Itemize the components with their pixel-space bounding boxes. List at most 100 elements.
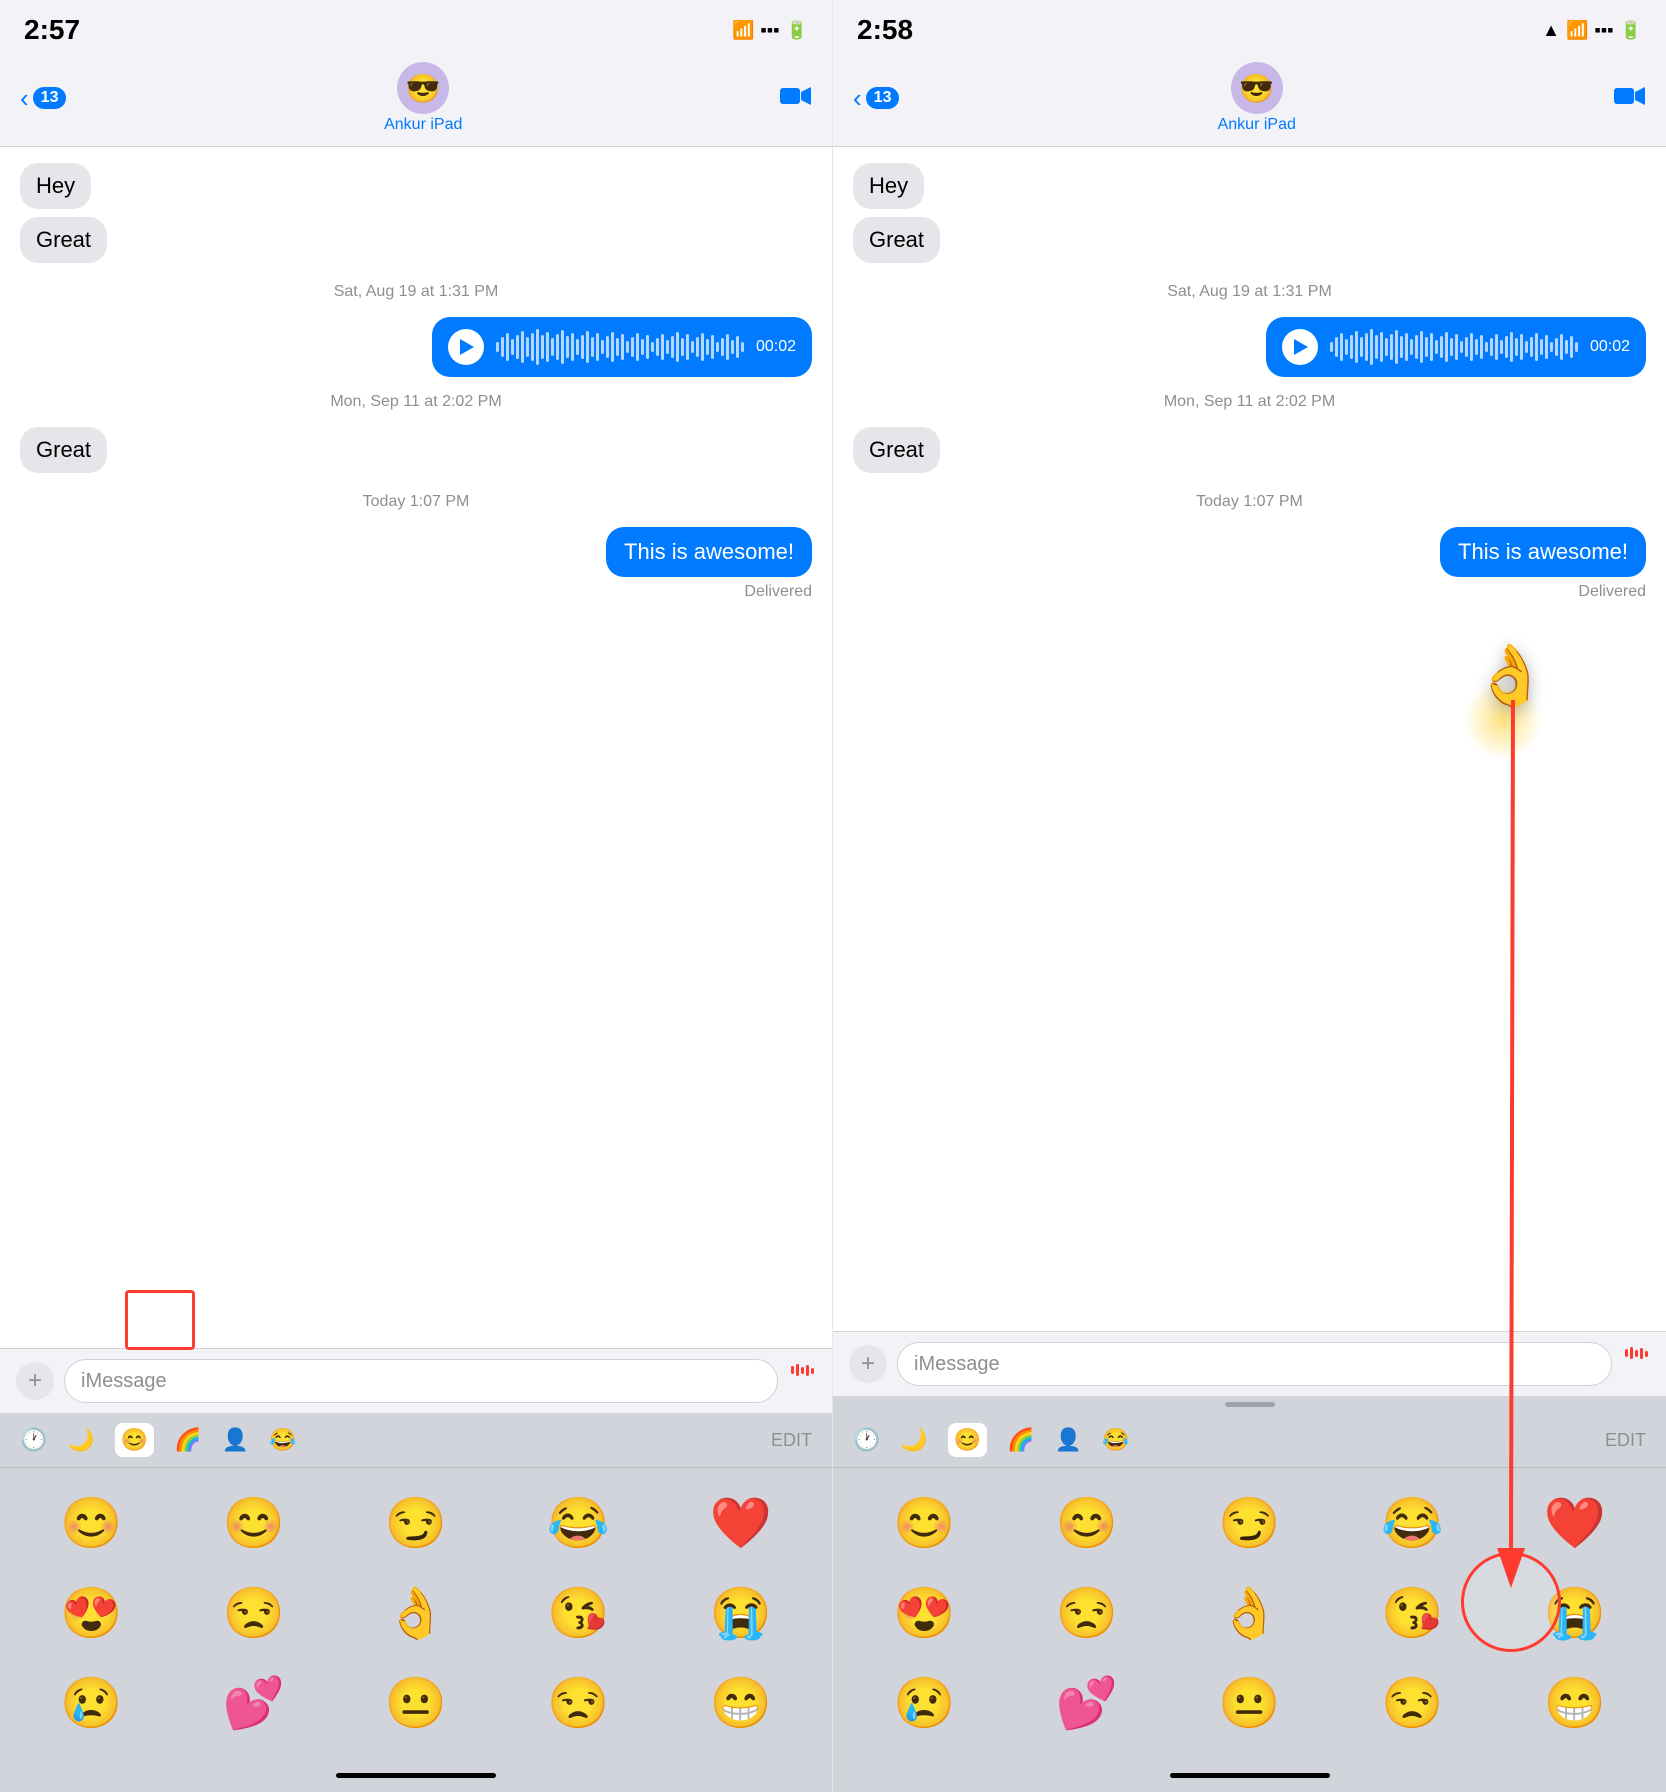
play-button-right[interactable] [1282,329,1318,365]
emoji-smile-right[interactable]: 😊 [1006,1478,1169,1568]
messages-area-right: Hey Great Sat, Aug 19 at 1:31 PM [833,147,1666,1331]
message-input-left[interactable]: iMessage [64,1359,778,1403]
tab-laughing-left[interactable]: 😂 [269,1427,296,1453]
battery-icon-right: 🔋 [1620,20,1642,41]
edit-button-left[interactable]: EDIT [771,1430,812,1451]
bubble-awesome-left: This is awesome! [606,527,812,577]
emoji-hearts-left[interactable]: 💕 [172,1658,334,1748]
tab-activities-right[interactable]: 🌈 [1007,1427,1034,1453]
emoji-pensive-left[interactable]: 😒 [497,1658,659,1748]
messages-area-left: Hey Great Sat, Aug 19 at 1:31 PM [0,147,832,1348]
input-area-left: + iMessage [0,1348,832,1413]
emoji-ok-right[interactable]: 👌 [1168,1568,1331,1658]
emoji-grin-right[interactable]: 😁 [1493,1658,1656,1748]
audio-bubble-left[interactable]: 00:02 [432,317,812,377]
emoji-sad-right[interactable]: 😢 [843,1658,1006,1748]
emoji-cry-left[interactable]: 😭 [660,1568,822,1658]
signal-icon-left: 📶 [732,20,754,41]
status-icons-left: 📶 ▪▪▪ 🔋 [732,20,808,41]
play-triangle-left [460,339,474,355]
back-badge-left[interactable]: 13 [33,87,67,109]
tab-emoji-right[interactable]: 😊 [948,1423,987,1457]
drag-bar [1225,1402,1275,1407]
tab-recent-left[interactable]: 🕐 [20,1427,47,1453]
emoji-grinning-right[interactable]: 😊 [843,1478,1006,1568]
emoji-neutral-left[interactable]: 😐 [335,1658,497,1748]
edit-button-right[interactable]: EDIT [1605,1430,1646,1451]
status-icons-right: ▲ 📶 ▪▪▪ 🔋 [1542,20,1642,41]
audio-duration-left: 00:02 [756,338,796,356]
nav-bar-right: ‹ 13 😎 Ankur iPad [833,54,1666,147]
emoji-grin-left[interactable]: 😁 [660,1658,822,1748]
emoji-sad-left[interactable]: 😢 [10,1658,172,1748]
audio-input-btn-left[interactable] [788,1364,816,1398]
video-button-right[interactable] [1614,83,1646,114]
emoji-pensive-right[interactable]: 😒 [1331,1658,1494,1748]
nav-center-left: 😎 Ankur iPad [384,62,462,134]
contact-avatar-right[interactable]: 😎 [1231,62,1283,114]
tab-emoji-left[interactable]: 😊 [115,1423,154,1457]
emoji-joy-right[interactable]: 😂 [1331,1478,1494,1568]
tab-recent-right[interactable]: 🕐 [853,1427,880,1453]
emoji-grinning-left[interactable]: 😊 [10,1478,172,1568]
emoji-unamused-left[interactable]: 😒 [172,1568,334,1658]
home-indicator-left [0,1758,832,1792]
contact-avatar-left[interactable]: 😎 [397,62,449,114]
add-button-right[interactable]: + [849,1345,887,1383]
emoji-tab-bar-right: 🕐 🌙 😊 🌈 👤 😂 EDIT [833,1413,1666,1468]
emoji-heart-left[interactable]: ❤️ [660,1478,822,1568]
tab-nature-right[interactable]: 🌙 [900,1427,927,1453]
status-bar-right: 2:58 ▲ 📶 ▪▪▪ 🔋 [833,0,1666,54]
tab-laughing-right[interactable]: 😂 [1102,1427,1129,1453]
emoji-unamused-right[interactable]: 😒 [1006,1568,1169,1658]
bubble-great2-right: Great [853,427,940,473]
tab-person-right[interactable]: 👤 [1055,1427,1082,1453]
left-panel: 2:57 📶 ▪▪▪ 🔋 ‹ 13 😎 Ankur iPad Hey Great… [0,0,833,1792]
audio-duration-right: 00:02 [1590,338,1630,356]
back-button-left[interactable]: ‹ 13 [20,83,66,114]
timestamp1-right: Sat, Aug 19 at 1:31 PM [853,283,1646,301]
emoji-smile-left[interactable]: 😊 [172,1478,334,1568]
timestamp3-right: Today 1:07 PM [853,493,1646,511]
status-time-left: 2:57 [24,14,80,46]
chevron-left-icon-left: ‹ [20,83,29,114]
emoji-ok-left[interactable]: 👌 [335,1568,497,1658]
emoji-smirk-right[interactable]: 😏 [1168,1478,1331,1568]
back-button-right[interactable]: ‹ 13 [853,83,899,114]
battery-icon-left: 🔋 [786,20,808,41]
tab-activities-left[interactable]: 🌈 [174,1427,201,1453]
emoji-hearteyes-left[interactable]: 😍 [10,1568,172,1658]
drag-handle [833,1396,1666,1413]
emoji-keyboard-left: 🕐 🌙 😊 🌈 👤 😂 EDIT 😊 😊 😏 😂 ❤️ 😍 😒 👌 😘 😭 [0,1413,832,1792]
wifi-icon-right: ▪▪▪ [1594,20,1613,41]
emoji-smirk-left[interactable]: 😏 [335,1478,497,1568]
emoji-joy-left[interactable]: 😂 [497,1478,659,1568]
timestamp1-left: Sat, Aug 19 at 1:31 PM [20,283,812,301]
input-placeholder-right: iMessage [914,1353,1000,1376]
delivered-label-left: Delivered [744,583,812,601]
emoji-hearteyes-right[interactable]: 😍 [843,1568,1006,1658]
bubble-hey-right: Hey [853,163,924,209]
audio-input-btn-right[interactable] [1622,1347,1650,1381]
back-badge-right[interactable]: 13 [866,87,900,109]
message-input-right[interactable]: iMessage [897,1342,1612,1386]
bubble-hey-left: Hey [20,163,91,209]
status-time-right: 2:58 [857,14,913,46]
emoji-hearts-right[interactable]: 💕 [1006,1658,1169,1748]
bubble-awesome-right: This is awesome! [1440,527,1646,577]
contact-name-left[interactable]: Ankur iPad [384,116,462,134]
video-button-left[interactable] [780,83,812,114]
emoji-neutral-right[interactable]: 😐 [1168,1658,1331,1748]
home-bar-right [1170,1773,1330,1778]
tab-person-left[interactable]: 👤 [222,1427,249,1453]
play-button-left[interactable] [448,329,484,365]
tab-nature-left[interactable]: 🌙 [67,1427,94,1453]
contact-name-right[interactable]: Ankur iPad [1218,116,1296,134]
bubble-great1-left: Great [20,217,107,263]
chevron-left-icon-right: ‹ [853,83,862,114]
audio-bubble-right[interactable]: 00:02 [1266,317,1646,377]
location-arrow-icon: ▲ [1542,20,1560,41]
add-button-left[interactable]: + [16,1362,54,1400]
emoji-kiss-left[interactable]: 😘 [497,1568,659,1658]
waveform-left [496,329,744,365]
